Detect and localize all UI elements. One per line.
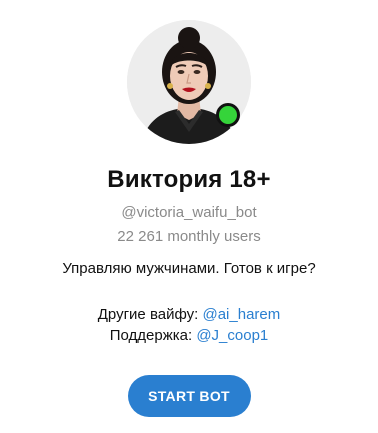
online-status-indicator	[216, 103, 240, 127]
mention-ai-harem[interactable]: @ai_harem	[202, 306, 280, 323]
link-line-other-waifu: Другие вайфу: @ai_harem	[98, 304, 281, 325]
start-bot-button[interactable]: START BOT	[127, 375, 251, 417]
bot-profile-card: Виктория 18+ @victoria_waifu_bot 22 261 …	[0, 0, 378, 433]
link-label-other-waifu: Другие вайфу:	[97, 306, 203, 323]
avatar-container	[127, 20, 251, 144]
bot-description: Управляю мужчинами. Готов к игре?	[62, 260, 316, 277]
link-label-support: Поддержка:	[109, 327, 197, 344]
monthly-users-count: 22 261 monthly users	[117, 228, 261, 245]
bot-username[interactable]: @victoria_waifu_bot	[121, 204, 256, 221]
mention-support[interactable]: @J_coop1	[196, 327, 268, 344]
bot-name: Виктория 18+	[107, 166, 271, 193]
bot-links: Другие вайфу: @ai_harem Поддержка: @J_co…	[98, 304, 281, 346]
link-line-support: Поддержка: @J_coop1	[98, 325, 281, 346]
